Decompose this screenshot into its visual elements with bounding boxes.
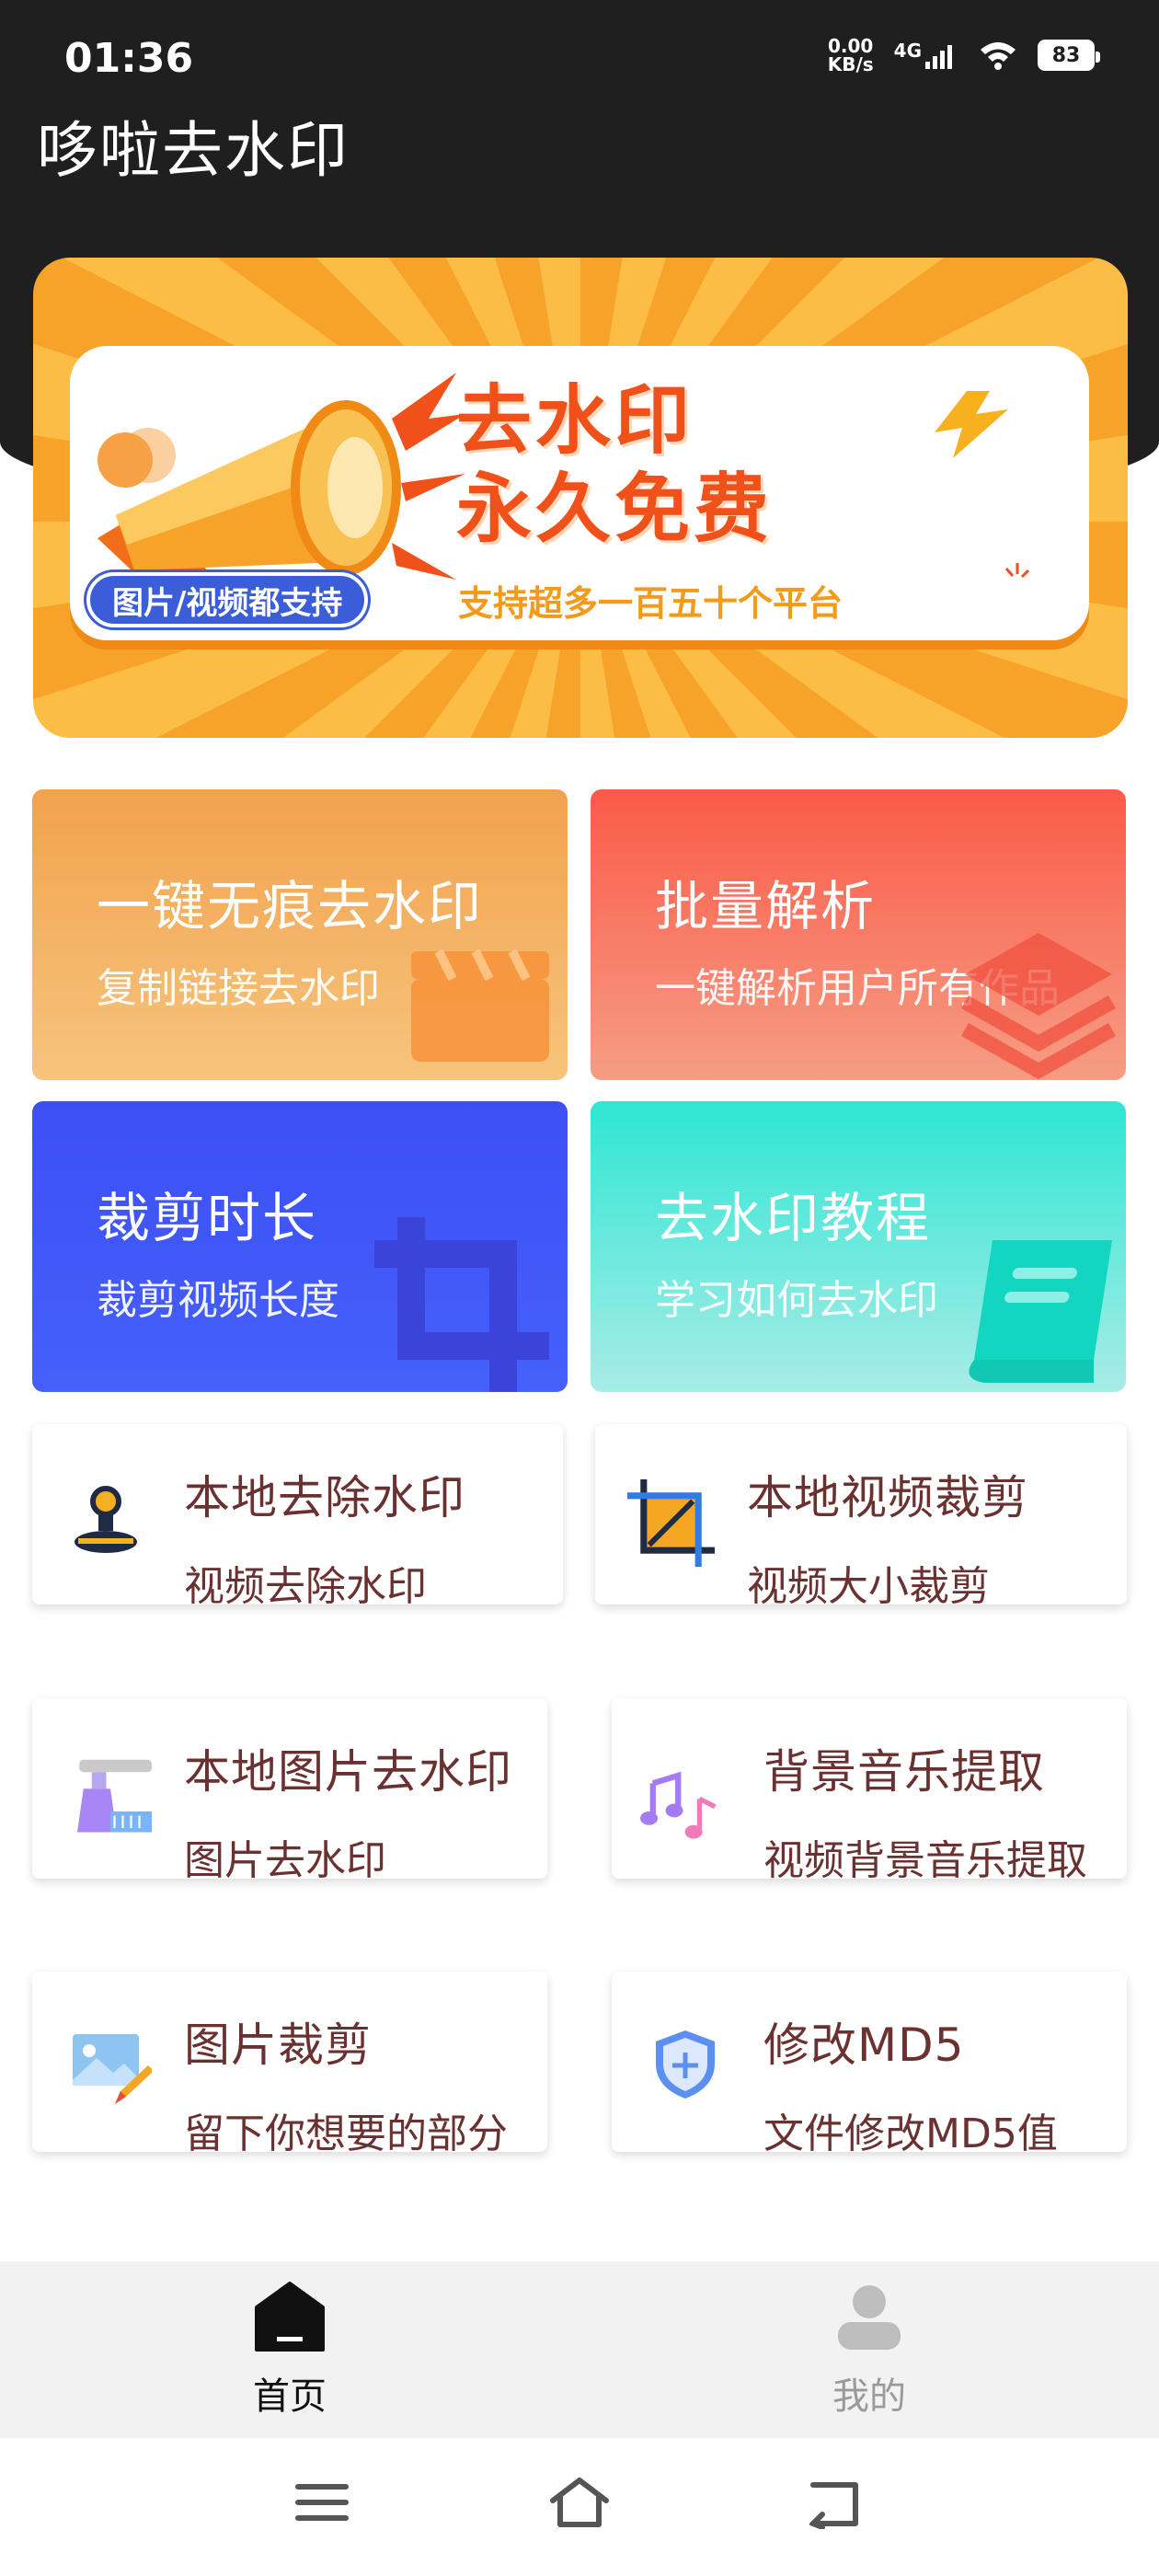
user-icon: [838, 2285, 901, 2350]
status-time: 01:36: [64, 35, 194, 82]
crop-icon: [374, 1217, 549, 1392]
wifi-icon: [981, 42, 1016, 70]
menu-icon[interactable]: [294, 2479, 350, 2525]
layers-icon: [961, 933, 1116, 1080]
tool-local-video-crop[interactable]: 本地视频裁剪 视频大小裁剪: [595, 1424, 1127, 1610]
crop-frame-icon: [627, 1479, 715, 1567]
battery-icon: 83: [1038, 40, 1100, 71]
shield-plus-icon: [656, 2030, 715, 2099]
nav-home[interactable]: 首页: [198, 2280, 382, 2420]
music-note-icon: [640, 1771, 717, 1839]
promo-banner[interactable]: 去水印 永久免费 图片/视频都支持 支持超多一百五十个平台: [33, 258, 1128, 738]
banner-title: 去水印 永久免费: [456, 377, 774, 553]
network-speed: 0.00 KB/s: [827, 35, 874, 75]
feature-trim-duration[interactable]: 裁剪时长 裁剪视频长度: [32, 1101, 568, 1392]
tool-local-image-remove-watermark[interactable]: 本地图片去水印 图片去水印: [32, 1698, 547, 1884]
cleaner-icon: [77, 1759, 152, 1833]
home-button-icon[interactable]: [547, 2475, 612, 2530]
bottom-navigation: 首页 我的: [0, 2261, 1159, 2438]
feature-one-click-remove[interactable]: 一键无痕去水印 复制链接去水印: [32, 789, 568, 1080]
back-icon[interactable]: [809, 2479, 865, 2529]
tool-local-remove-watermark[interactable]: 本地去除水印 视频去除水印: [32, 1424, 563, 1610]
tool-modify-md5[interactable]: 修改MD5 文件修改MD5值: [612, 1972, 1127, 2157]
sparkle-icon: [1004, 563, 1030, 579]
home-icon: [255, 2282, 325, 2352]
banner-subtitle: 支持超多一百五十个平台: [458, 583, 843, 624]
status-icons: 0.00 KB/s 4G 83: [827, 35, 1100, 75]
feature-tutorial[interactable]: 去水印教程 学习如何去水印: [591, 1101, 1126, 1392]
status-bar: 01:36 0.00 KB/s 4G 83: [0, 0, 1159, 110]
tool-image-crop[interactable]: 图片裁剪 留下你想要的部分: [32, 1972, 547, 2157]
feature-batch-parse[interactable]: 批量解析 一键解析用户所有作品: [591, 789, 1126, 1080]
cellular-signal-icon: 4G: [894, 41, 958, 69]
book-icon: [969, 1240, 1112, 1383]
lightning-icon: [935, 391, 1008, 458]
nav-mine[interactable]: 我的: [777, 2280, 961, 2420]
tool-bgm-extract[interactable]: 背景音乐提取 视频背景音乐提取: [612, 1698, 1127, 1884]
image-edit-icon: [73, 2034, 152, 2104]
clapperboard-icon: [411, 949, 549, 1062]
app-title: 哆啦去水印: [37, 115, 350, 186]
stamp-icon: [75, 1486, 137, 1553]
system-navigation-bar: [0, 2438, 1159, 2576]
banner-support-pill: 图片/视频都支持: [86, 572, 369, 627]
